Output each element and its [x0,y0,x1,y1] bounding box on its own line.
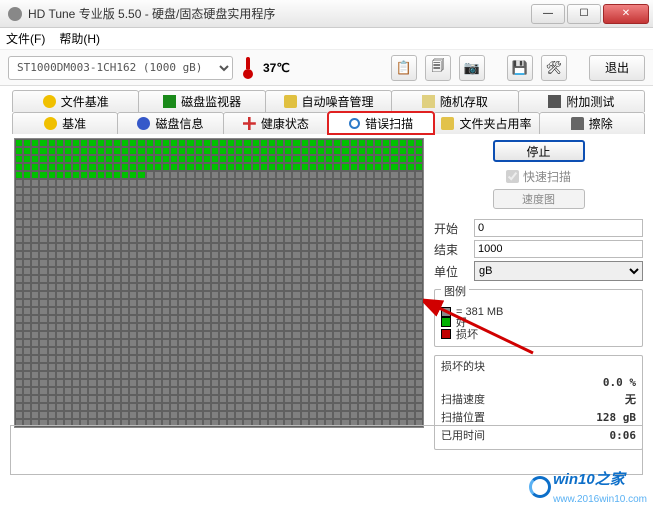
start-label: 开始 [434,220,474,237]
copy-info-button[interactable]: 📋 [391,55,417,81]
tab-folder-usage[interactable]: 文件夹占用率 [433,112,539,134]
window-title: HD Tune 专业版 5.50 - 硬盘/固态硬盘实用程序 [28,5,529,22]
thermometer-icon [241,57,255,79]
tab-disk-monitor[interactable]: 磁盘监视器 [138,90,265,112]
exit-button[interactable]: 退出 [589,55,645,81]
magnifier-icon [349,118,360,129]
error-scan-block-map [14,138,424,428]
save-button[interactable]: 💾 [507,55,533,81]
screenshot-button[interactable]: 📷 [459,55,485,81]
watermark: win10之家www.2016win10.com [529,468,647,506]
temperature: 37℃ [263,59,290,77]
legend-bad-icon [441,329,451,339]
unit-label: 单位 [434,263,474,280]
file-icon [43,95,56,108]
tab-health[interactable]: 健康状态 [223,112,329,134]
damaged-title: 损坏的块 [441,361,485,373]
tab-file-benchmark[interactable]: 文件基准 [12,90,139,112]
speaker-icon [284,95,297,108]
toolbar: ST1000DM003-1CH162 (1000 gB) 37℃ 📋 🗐 📷 💾… [0,50,653,86]
tab-aam[interactable]: 自动噪音管理 [265,90,392,112]
legend-block-icon [441,307,451,317]
tab-error-scan[interactable]: 错误扫描 [328,112,434,134]
extra-icon [548,95,561,108]
legend-box: 图例 = 381 MB 好 损坏 [434,289,643,347]
copy-screenshot-button[interactable]: 🗐 [425,55,451,81]
tab-extra-tests[interactable]: 附加测试 [518,90,645,112]
menu-help[interactable]: 帮助(H) [59,30,100,47]
info-icon [137,117,150,130]
chart-icon [163,95,176,108]
menu-bar: 文件(F) 帮助(H) [0,28,653,50]
legend-title: 图例 [441,286,469,298]
app-icon [8,7,22,21]
tab-benchmark[interactable]: 基准 [12,112,118,134]
maximize-button[interactable]: ☐ [567,4,601,24]
window-titlebar: HD Tune 专业版 5.50 - 硬盘/固态硬盘实用程序 — ☐ ✕ [0,0,653,28]
menu-file[interactable]: 文件(F) [6,30,45,47]
health-icon [243,117,256,130]
bulb-icon [44,117,57,130]
unit-select[interactable]: gB [474,261,643,281]
trash-icon [571,117,584,130]
quick-scan-checkbox[interactable]: 快速扫描 [434,168,643,185]
tab-info[interactable]: 磁盘信息 [117,112,223,134]
end-input[interactable] [474,240,643,258]
watermark-logo-icon [529,476,551,498]
options-button[interactable]: 🛠 [541,55,567,81]
quick-scan-input[interactable] [506,170,519,183]
minimize-button[interactable]: — [531,4,565,24]
close-button[interactable]: ✕ [603,4,649,24]
stop-button[interactable]: 停止 [493,140,585,162]
start-input[interactable] [474,219,643,237]
random-icon [422,95,435,108]
end-label: 结束 [434,241,474,258]
tab-erase[interactable]: 擦除 [539,112,645,134]
speed-map-button[interactable]: 速度图 [493,189,585,209]
drive-select[interactable]: ST1000DM003-1CH162 (1000 gB) [8,56,233,80]
legend-good-icon [441,317,451,327]
folder-icon [441,117,454,130]
tab-random-access[interactable]: 随机存取 [391,90,518,112]
